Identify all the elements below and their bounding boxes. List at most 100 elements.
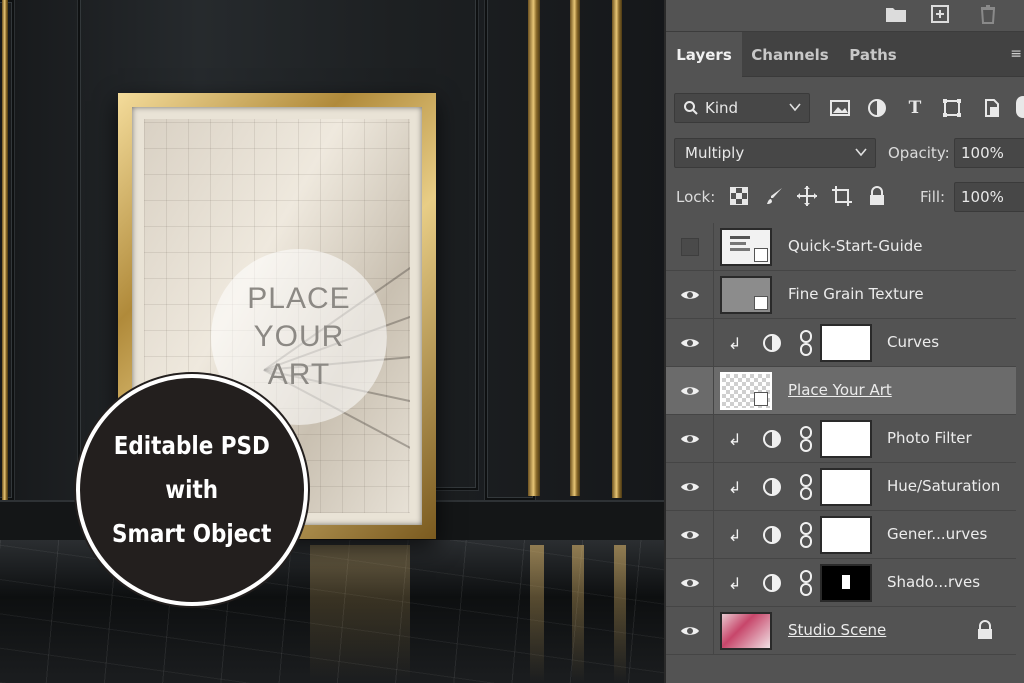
layer-row-shadow-curves[interactable]: ↲ Shado...rves xyxy=(666,559,1016,607)
tab-layers[interactable]: Layers xyxy=(666,32,742,77)
layer-row-studio-scene[interactable]: Studio Scene xyxy=(666,607,1016,655)
smart-object-icon xyxy=(754,296,768,310)
type-filter-icon[interactable]: T xyxy=(901,94,929,122)
panel-tabs: Layers Channels Paths ≡ xyxy=(666,32,1024,77)
lock-transparent-icon[interactable] xyxy=(726,183,752,209)
layer-thumbnail xyxy=(720,228,772,266)
lock-artboard-icon[interactable] xyxy=(829,183,855,209)
adjustment-filter-icon[interactable] xyxy=(863,94,891,122)
gold-reflection-1 xyxy=(530,545,544,683)
smart-object-icon xyxy=(754,248,768,262)
kind-label: Kind xyxy=(705,99,739,117)
layer-mask-thumbnail xyxy=(820,516,872,554)
clipping-mask-icon: ↲ xyxy=(728,478,742,497)
gold-trim-left xyxy=(2,0,8,500)
gold-trim-2 xyxy=(570,0,580,496)
layer-row-curves[interactable]: ↲ Curves xyxy=(666,319,1016,367)
gold-trim-1 xyxy=(528,0,540,496)
chevron-down-icon xyxy=(789,103,801,112)
visibility-toggle[interactable] xyxy=(666,559,714,607)
tab-label: Paths xyxy=(849,45,897,64)
new-layer-icon[interactable] xyxy=(928,2,952,26)
chevron-down-icon xyxy=(855,148,867,157)
layer-row-fine-grain-texture[interactable]: Fine Grain Texture xyxy=(666,271,1016,319)
layer-name: Shado...rves xyxy=(887,573,981,591)
clipping-mask-icon: ↲ xyxy=(728,574,742,593)
panel-menu-icon[interactable]: ≡ xyxy=(1010,46,1022,62)
layer-name: Studio Scene xyxy=(788,621,887,639)
layer-lock-icon[interactable] xyxy=(976,620,994,640)
visibility-toggle[interactable] xyxy=(666,223,714,271)
adjustment-layer-icon xyxy=(763,430,781,448)
clipping-mask-icon: ↲ xyxy=(728,526,742,545)
lock-label: Lock: xyxy=(676,188,716,206)
blend-mode-select[interactable]: Multiply xyxy=(674,138,876,168)
opacity-value: 100% xyxy=(961,144,1004,162)
hidden-visibility-box xyxy=(680,238,699,256)
panel-top-bar xyxy=(666,0,1024,32)
frame-reflection xyxy=(310,545,410,683)
adjustment-layer-icon xyxy=(763,478,781,496)
thumb-detail xyxy=(730,248,750,251)
visibility-toggle[interactable] xyxy=(666,463,714,511)
visibility-toggle[interactable] xyxy=(666,607,714,655)
eye-icon xyxy=(680,531,699,539)
mockup-scene: PLACE YOUR ART Editable PSD with Smart O… xyxy=(0,0,664,683)
clipping-mask-icon: ↲ xyxy=(728,334,742,353)
gold-trim-3 xyxy=(612,0,622,498)
layer-mask-thumbnail xyxy=(820,420,872,458)
lock-image-icon[interactable] xyxy=(762,183,788,209)
layers-panel: Layers Channels Paths ≡ Kind T Multiply … xyxy=(664,0,1024,683)
layer-row-photo-filter[interactable]: ↲ Photo Filter xyxy=(666,415,1016,463)
layer-row-hue-saturation[interactable]: ↲ Hue/Saturation xyxy=(666,463,1016,511)
tab-label: Channels xyxy=(751,45,829,64)
smart-object-filter-icon[interactable] xyxy=(978,94,1006,122)
opacity-input[interactable]: 100% xyxy=(954,138,1024,168)
adjustment-layer-icon xyxy=(763,574,781,592)
blend-mode-value: Multiply xyxy=(685,144,745,162)
link-icon xyxy=(800,330,812,356)
layer-thumbnail xyxy=(720,612,772,650)
folder-icon[interactable] xyxy=(884,2,908,26)
visibility-toggle[interactable] xyxy=(666,511,714,559)
layer-row-place-your-art[interactable]: Place Your Art xyxy=(666,367,1016,415)
badge-line: Editable PSD xyxy=(113,431,271,460)
gold-reflection-3 xyxy=(614,545,626,683)
tab-channels[interactable]: Channels xyxy=(744,32,836,77)
layer-row-general-curves[interactable]: ↲ Gener...urves xyxy=(666,511,1016,559)
filter-toggle-icon[interactable] xyxy=(1016,96,1024,118)
layer-thumbnail xyxy=(720,276,772,314)
visibility-toggle[interactable] xyxy=(666,271,714,319)
adjustment-layer-icon xyxy=(763,334,781,352)
smart-object-icon xyxy=(754,392,768,406)
layer-row-quick-start-guide[interactable]: Quick-Start-Guide xyxy=(666,223,1016,271)
gold-reflection-2 xyxy=(572,545,584,683)
layer-name: Photo Filter xyxy=(887,429,972,447)
link-icon xyxy=(800,570,812,596)
shape-filter-icon[interactable] xyxy=(938,94,966,122)
badge-line: Smart Object xyxy=(112,519,272,548)
lock-position-icon[interactable] xyxy=(794,183,820,209)
link-icon xyxy=(800,522,812,548)
layer-name: Gener...urves xyxy=(887,525,988,543)
fill-label: Fill: xyxy=(920,188,946,206)
editable-psd-badge: Editable PSD with Smart Object xyxy=(76,374,308,606)
image-filter-icon[interactable] xyxy=(826,94,854,122)
trash-icon[interactable] xyxy=(976,2,1000,26)
fill-input[interactable]: 100% xyxy=(954,182,1024,212)
visibility-toggle[interactable] xyxy=(666,319,714,367)
layer-mask-thumbnail xyxy=(820,468,872,506)
link-icon xyxy=(800,426,812,452)
link-icon xyxy=(800,474,812,500)
kind-filter-select[interactable]: Kind xyxy=(674,93,810,123)
eye-icon xyxy=(680,339,699,347)
mask-detail xyxy=(842,575,850,589)
tab-paths[interactable]: Paths xyxy=(838,32,908,77)
eye-icon xyxy=(680,387,699,395)
lock-all-icon[interactable] xyxy=(864,183,890,209)
eye-icon xyxy=(680,291,699,299)
visibility-toggle[interactable] xyxy=(666,415,714,463)
visibility-toggle[interactable] xyxy=(666,367,714,415)
thumb-detail xyxy=(730,242,746,245)
tab-label: Layers xyxy=(676,45,732,64)
